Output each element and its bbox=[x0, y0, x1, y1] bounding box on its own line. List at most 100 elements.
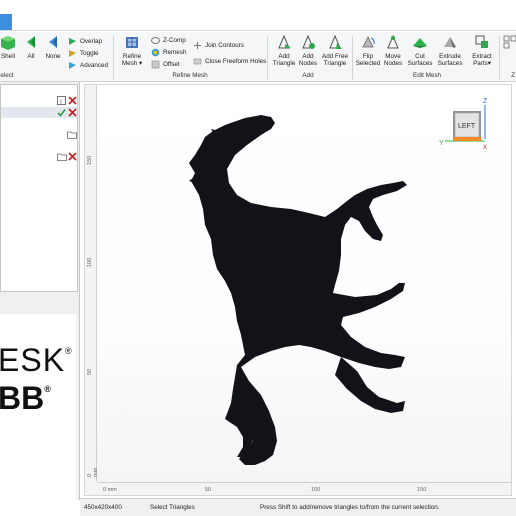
ribbon-separator bbox=[499, 36, 500, 80]
extrude-surfaces-button[interactable]: Extrude Surfaces bbox=[435, 34, 465, 67]
folder-icon[interactable] bbox=[57, 152, 67, 161]
axis-x-label: X bbox=[483, 145, 487, 151]
ribbon-separator bbox=[267, 36, 268, 80]
move-nodes-label-1: Move bbox=[385, 53, 401, 60]
toggle-label: Toggle bbox=[80, 50, 99, 57]
add-free-triangle-label-1: Add Free bbox=[322, 53, 348, 60]
remesh-label: Remesh bbox=[163, 49, 187, 56]
close-freeform-holes-label: Close Freeform Holes bbox=[205, 58, 267, 65]
flip-selected-button[interactable]: Flip Selected bbox=[354, 34, 382, 67]
3d-viewport[interactable]: 150 100 50 0 mm 0 mm 50 100 150 LEFT Z Y… bbox=[84, 84, 512, 496]
ruler-tick-label: 50 bbox=[205, 487, 212, 493]
select-none-button[interactable]: None bbox=[44, 34, 62, 60]
remove-icon[interactable] bbox=[68, 96, 77, 105]
move-nodes-label-2: Nodes bbox=[383, 60, 403, 67]
cut-surfaces-icon bbox=[413, 38, 427, 48]
advanced-icon bbox=[69, 62, 76, 69]
left-panel: i ESK® BB® bbox=[0, 82, 80, 500]
refine-mesh-label-2: Mesh ▾ bbox=[121, 60, 143, 67]
select-all-icon bbox=[27, 36, 35, 48]
info-icon[interactable]: i bbox=[57, 96, 66, 105]
extrude-surfaces-icon bbox=[444, 37, 456, 48]
join-contours-label: Join Contours bbox=[205, 42, 244, 49]
offset-label: Offset bbox=[163, 61, 180, 68]
move-nodes-icon bbox=[387, 34, 399, 49]
refine-mesh-icon bbox=[126, 37, 138, 48]
extract-parts-label-2: Parts▾ bbox=[473, 60, 491, 67]
shell-button[interactable]: Shell bbox=[0, 34, 16, 60]
remesh-button[interactable]: Remesh bbox=[151, 47, 186, 58]
advanced-label: Advanced bbox=[80, 62, 109, 69]
advanced-button[interactable]: Advanced bbox=[68, 60, 108, 71]
add-triangle-label-2: Triangle bbox=[272, 60, 296, 67]
extract-parts-icon bbox=[475, 35, 488, 48]
brand-logo: ESK® BB® bbox=[0, 314, 76, 500]
dimensions-readout: 450x420x400 bbox=[84, 504, 122, 511]
shell-cube-icon bbox=[1, 36, 15, 50]
close-freeform-holes-button[interactable]: Close Freeform Holes bbox=[193, 56, 266, 67]
join-contours-button[interactable]: Join Contours bbox=[193, 40, 244, 51]
remove-icon[interactable] bbox=[68, 152, 77, 161]
folder-icon[interactable] bbox=[67, 130, 77, 139]
join-contours-icon bbox=[194, 42, 201, 49]
ruler-tick-label: 150 bbox=[417, 487, 427, 493]
add-triangle-button[interactable]: Add Triangle bbox=[271, 34, 297, 67]
select-all-button[interactable]: All bbox=[24, 34, 38, 60]
grid-icon bbox=[503, 35, 516, 49]
viewcube-face-label: LEFT bbox=[458, 123, 476, 130]
z-comp-button[interactable]: Z-Comp bbox=[151, 35, 186, 46]
add-free-triangle-label-2: Triangle bbox=[323, 60, 347, 67]
overlap-button[interactable]: Overlap bbox=[68, 36, 102, 47]
cut-surfaces-button[interactable]: Cut Surfaces bbox=[405, 34, 435, 67]
object-list: i bbox=[0, 84, 78, 292]
add-nodes-label-1: Add bbox=[302, 53, 314, 60]
overlap-icon bbox=[69, 38, 76, 45]
select-all-label: All bbox=[27, 53, 35, 60]
offset-icon bbox=[151, 60, 160, 69]
list-item[interactable] bbox=[1, 129, 77, 140]
refine-mesh-button[interactable]: Refine Mesh ▾ bbox=[118, 34, 146, 67]
add-group-label: Add bbox=[302, 72, 314, 79]
list-item[interactable] bbox=[1, 151, 77, 162]
flip-icon bbox=[362, 36, 375, 48]
ribbon-separator bbox=[352, 36, 353, 80]
status-hint: Press Shift to add/remove triangles to/f… bbox=[260, 504, 440, 511]
cut-surfaces-label-2: Surfaces bbox=[407, 60, 433, 67]
horizontal-ruler: 0 mm 50 100 150 bbox=[97, 482, 511, 495]
ribbon-top-divider bbox=[0, 30, 516, 31]
mode-readout: Select Triangles bbox=[150, 504, 195, 511]
view-cube[interactable]: LEFT Z Y X bbox=[433, 97, 493, 151]
list-item-selected[interactable] bbox=[1, 107, 77, 118]
next-group-button[interactable] bbox=[503, 34, 516, 53]
ribbon-separator bbox=[113, 36, 114, 80]
logo-line-2: BB® bbox=[0, 380, 51, 416]
extract-parts-button[interactable]: Extract Parts▾ bbox=[468, 34, 496, 67]
flip-selected-label-2: Selected bbox=[355, 60, 381, 67]
z-comp-label: Z-Comp bbox=[163, 37, 186, 44]
remove-icon[interactable] bbox=[68, 108, 77, 117]
extrude-surfaces-label-2: Surfaces bbox=[437, 60, 463, 67]
extract-parts-label-1: Extract bbox=[472, 53, 492, 60]
title-area bbox=[0, 0, 516, 32]
edit-mesh-group-label: Edit Mesh bbox=[413, 72, 441, 79]
check-icon[interactable] bbox=[57, 108, 66, 117]
add-nodes-button[interactable]: Add Nodes bbox=[296, 34, 320, 67]
add-free-triangle-button[interactable]: Add Free Triangle bbox=[320, 34, 350, 67]
offset-button[interactable]: Offset bbox=[151, 59, 180, 70]
axis-z-label: Z bbox=[483, 98, 488, 105]
shell-label: Shell bbox=[0, 53, 15, 60]
svg-text:i: i bbox=[60, 98, 61, 105]
select-none-label: None bbox=[45, 53, 61, 60]
move-nodes-button[interactable]: Move Nodes bbox=[381, 34, 405, 67]
add-triangle-label-1: Add bbox=[278, 53, 290, 60]
list-item[interactable]: i bbox=[1, 95, 77, 106]
toggle-button[interactable]: Toggle bbox=[68, 48, 99, 59]
extrude-surfaces-label-1: Extrude bbox=[439, 53, 461, 60]
ribbon: Shell All None Overlap Toggle Advanced e… bbox=[0, 32, 516, 82]
refine-group-label: Refine Mesh bbox=[172, 72, 208, 79]
refine-mesh-label-1: Refine bbox=[122, 53, 142, 60]
flip-selected-label-1: Flip bbox=[362, 53, 374, 60]
file-tab[interactable] bbox=[0, 14, 12, 30]
select-group-label: elect bbox=[0, 72, 14, 79]
logo-line-1: ESK® bbox=[0, 342, 73, 378]
